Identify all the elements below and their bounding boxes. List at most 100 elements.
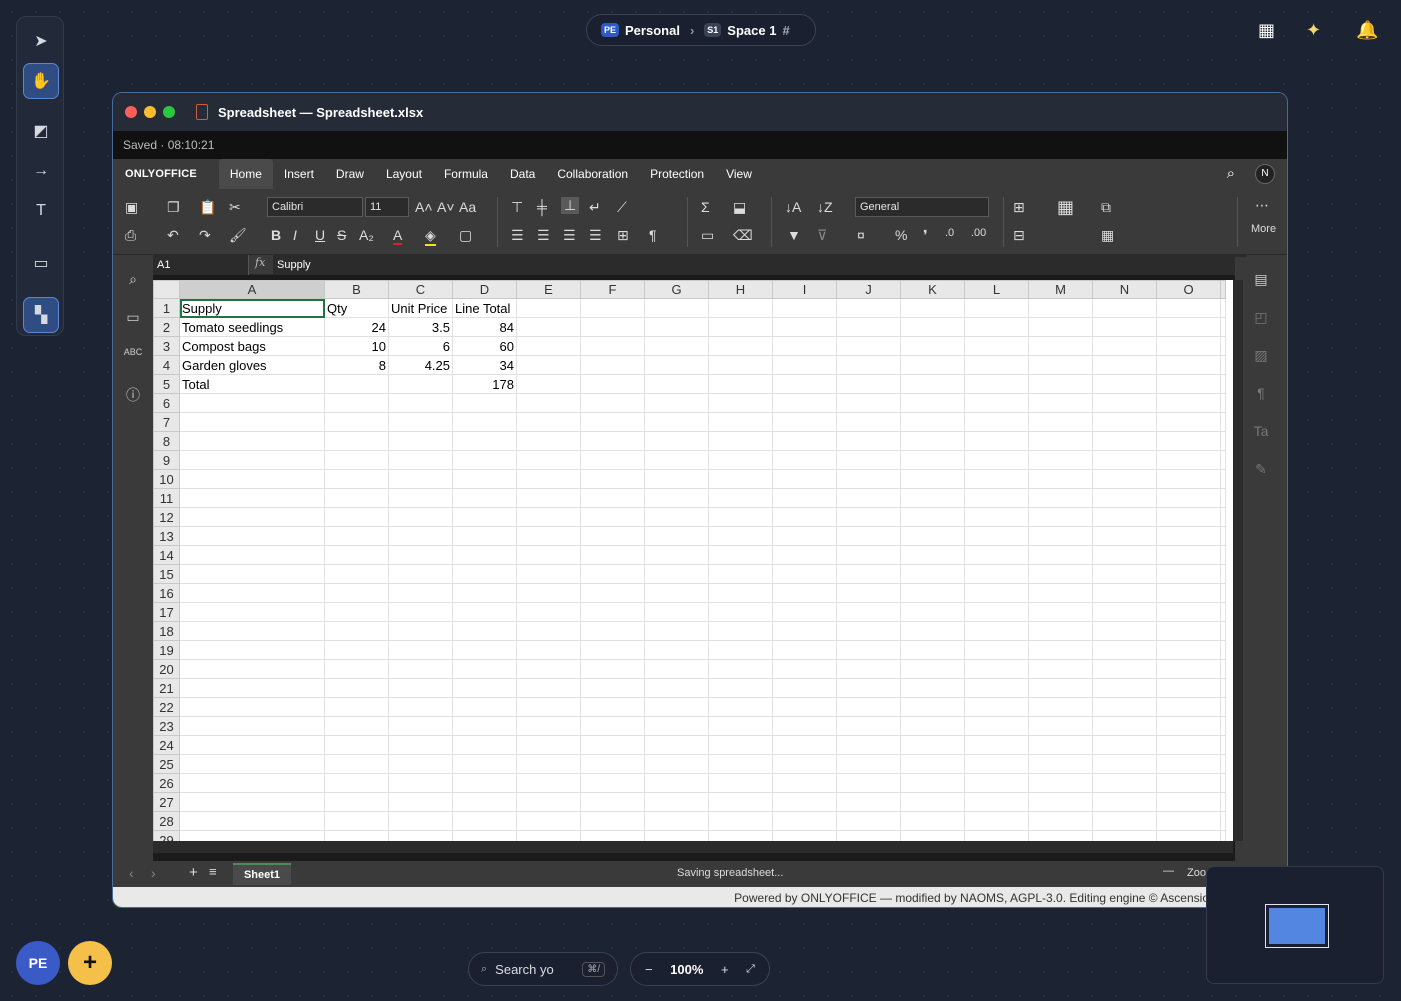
cell[interactable] (900, 469, 965, 489)
cell[interactable] (324, 735, 389, 755)
cell[interactable] (452, 412, 517, 432)
cell[interactable] (708, 678, 773, 698)
cell[interactable] (836, 507, 901, 527)
cell[interactable] (1156, 830, 1221, 841)
cell[interactable] (452, 469, 517, 489)
cell[interactable] (708, 792, 773, 812)
cell[interactable] (708, 374, 773, 394)
cell[interactable] (772, 716, 837, 736)
cell[interactable] (388, 659, 453, 679)
cell[interactable] (900, 754, 965, 774)
named-ranges-icon[interactable]: ▭ (701, 227, 714, 244)
cell[interactable] (964, 735, 1029, 755)
cell[interactable] (452, 716, 517, 736)
cell[interactable] (900, 526, 965, 546)
cell[interactable] (1028, 640, 1093, 660)
prev-sheet-icon[interactable]: ‹ (129, 865, 134, 881)
align-center-icon[interactable]: ☰ (537, 227, 550, 244)
column-header[interactable]: H (708, 280, 773, 299)
cell[interactable] (644, 640, 709, 660)
cell[interactable] (516, 393, 581, 413)
cell[interactable] (452, 754, 517, 774)
cell[interactable] (388, 393, 453, 413)
zoom-out-button[interactable]: − (645, 962, 653, 977)
cell[interactable] (772, 336, 837, 356)
font-color-icon[interactable]: A (393, 227, 403, 245)
cell[interactable] (1092, 830, 1157, 841)
cell[interactable] (179, 412, 325, 432)
cell[interactable] (708, 659, 773, 679)
cell[interactable] (1028, 754, 1093, 774)
increase-font-icon[interactable]: A˄ (415, 199, 433, 215)
cell[interactable] (580, 621, 645, 641)
cell[interactable] (772, 412, 837, 432)
cell[interactable] (836, 640, 901, 660)
cell[interactable] (644, 507, 709, 527)
cell[interactable] (836, 621, 901, 641)
cell[interactable] (836, 792, 901, 812)
cell[interactable] (1092, 393, 1157, 413)
cell[interactable] (900, 640, 965, 660)
cell[interactable] (388, 602, 453, 622)
cell[interactable] (324, 678, 389, 698)
cell[interactable] (1220, 374, 1226, 394)
cell[interactable] (1028, 450, 1093, 470)
cell[interactable] (836, 526, 901, 546)
cell[interactable] (900, 336, 965, 356)
cell[interactable] (644, 431, 709, 451)
cell[interactable] (1156, 545, 1221, 565)
cell[interactable] (388, 526, 453, 546)
cell[interactable] (1220, 564, 1226, 584)
cell[interactable] (516, 526, 581, 546)
add-button[interactable]: + (68, 941, 112, 985)
cell[interactable] (964, 621, 1029, 641)
cell[interactable] (644, 374, 709, 394)
cell[interactable] (1028, 735, 1093, 755)
cut-icon[interactable]: ✂ (229, 199, 241, 216)
cell[interactable] (388, 431, 453, 451)
cell[interactable] (580, 298, 645, 318)
user-avatar[interactable]: N (1255, 164, 1275, 184)
cell[interactable] (580, 564, 645, 584)
cell[interactable] (772, 355, 837, 375)
cell[interactable] (1092, 792, 1157, 812)
cell[interactable] (836, 431, 901, 451)
cell[interactable] (772, 583, 837, 603)
cell[interactable] (179, 773, 325, 793)
cell[interactable] (900, 830, 965, 841)
cell[interactable] (708, 640, 773, 660)
cell[interactable] (452, 564, 517, 584)
cell[interactable] (1156, 469, 1221, 489)
column-header[interactable]: G (644, 280, 709, 299)
cell[interactable] (900, 545, 965, 565)
cell[interactable] (644, 773, 709, 793)
cell[interactable] (580, 678, 645, 698)
cell[interactable] (580, 507, 645, 527)
row-header[interactable]: 13 (153, 526, 180, 546)
cell[interactable] (179, 583, 325, 603)
cell[interactable] (1220, 716, 1226, 736)
cell[interactable] (580, 317, 645, 337)
cell[interactable] (1220, 412, 1226, 432)
cell[interactable] (580, 469, 645, 489)
vertical-scrollbar[interactable] (1233, 280, 1243, 841)
zoom-out-icon[interactable]: — (1163, 865, 1174, 877)
add-sheet-icon[interactable]: + (189, 864, 198, 881)
cell[interactable] (1220, 602, 1226, 622)
column-header[interactable]: J (836, 280, 901, 299)
maximize-window-button[interactable] (163, 106, 175, 118)
conditional-format-icon[interactable]: ⧉ (1101, 199, 1111, 216)
cell[interactable] (324, 583, 389, 603)
cell[interactable] (772, 640, 837, 660)
column-header[interactable]: L (964, 280, 1029, 299)
cell[interactable] (708, 621, 773, 641)
row-header[interactable]: 15 (153, 564, 180, 584)
cell[interactable] (644, 583, 709, 603)
cell[interactable] (516, 792, 581, 812)
cell[interactable] (1092, 640, 1157, 660)
cell[interactable] (964, 545, 1029, 565)
cell[interactable] (324, 602, 389, 622)
cell[interactable] (179, 564, 325, 584)
cell[interactable] (772, 602, 837, 622)
cell[interactable] (836, 716, 901, 736)
